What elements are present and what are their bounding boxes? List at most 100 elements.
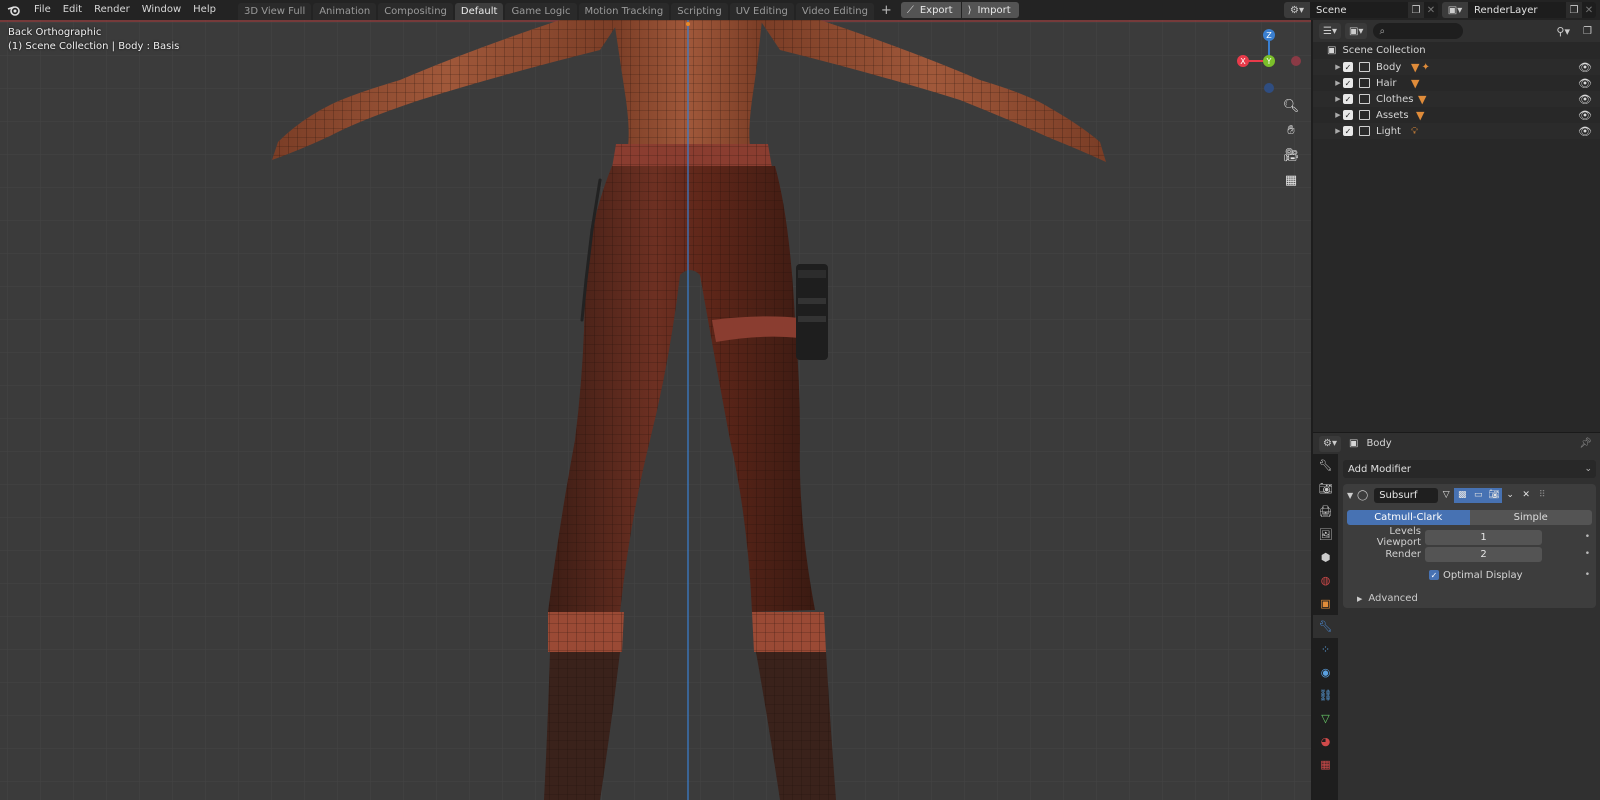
add-workspace-button[interactable]: + — [876, 3, 897, 18]
new-scene-icon[interactable]: ❐ — [1408, 2, 1424, 18]
edit-mode-icon[interactable]: ▽ — [1438, 488, 1454, 503]
drag-handle-icon[interactable]: ⠿ — [1534, 488, 1550, 503]
collection-checkbox[interactable]: ✓ — [1343, 126, 1353, 136]
ortho-grid-icon[interactable]: ▦ — [1280, 169, 1302, 191]
menu-window[interactable]: Window — [136, 0, 187, 20]
export-button[interactable]: ⟋ Export — [900, 2, 961, 18]
collection-checkbox[interactable]: ✓ — [1343, 94, 1353, 104]
tab-3d-view-full[interactable]: 3D View Full — [237, 2, 312, 20]
render-levels-field[interactable]: 2 — [1425, 546, 1542, 562]
visibility-eye-icon[interactable]: 👁︎ — [1578, 93, 1592, 106]
levels-viewport-field[interactable]: 1 — [1425, 529, 1542, 545]
scene-selector[interactable]: ⚙▾ Scene ❐ ✕ — [1284, 2, 1438, 18]
menu-file[interactable]: File — [28, 0, 57, 20]
expand-caret-icon[interactable]: ▶ — [1333, 111, 1343, 119]
pin-icon[interactable]: 📌︎ — [1579, 438, 1592, 449]
tab-uv-editing[interactable]: UV Editing — [729, 2, 794, 20]
world-tab-icon[interactable]: ◍ — [1313, 569, 1338, 592]
expand-caret-icon[interactable]: ▶ — [1333, 79, 1343, 87]
menu-edit[interactable]: Edit — [57, 0, 88, 20]
outliner-row-body[interactable]: ▶ ✓ Body ▼ ✦ 👁︎ — [1313, 59, 1600, 75]
outliner-row-assets[interactable]: ▶ ✓ Assets ▼ 👁︎ — [1313, 107, 1600, 123]
modifier-header: ▼ ◯ Subsurf ▽ ▩ ▭ 📷︎ ⌄ ✕ ⠿ — [1343, 484, 1596, 506]
tab-animation[interactable]: Animation — [313, 2, 377, 20]
delete-scene-icon[interactable]: ✕ — [1424, 2, 1438, 18]
expand-caret-icon[interactable]: ▶ — [1333, 63, 1343, 71]
collection-checkbox[interactable]: ✓ — [1343, 62, 1353, 72]
menu-render[interactable]: Render — [88, 0, 136, 20]
outliner-row-light[interactable]: ▶ ✓ Light 💡︎ 👁︎ — [1313, 123, 1600, 139]
outliner-row-clothes[interactable]: ▶ ✓ Clothes ▼ 👁︎ — [1313, 91, 1600, 107]
collection-checkbox[interactable]: ✓ — [1343, 110, 1353, 120]
camera-view-icon[interactable]: 🎥︎ — [1280, 144, 1302, 166]
pan-hand-icon[interactable]: ✋︎ — [1280, 119, 1302, 141]
mesh-object-icon: ▼ — [1418, 92, 1427, 106]
workspace-tabs: 3D View Full Animation Compositing Defau… — [237, 0, 897, 20]
visibility-eye-icon[interactable]: 👁︎ — [1578, 61, 1592, 74]
render-tab-icon[interactable]: 📷︎ — [1313, 477, 1338, 500]
simple-button[interactable]: Simple — [1469, 510, 1592, 525]
blender-logo-icon[interactable] — [0, 0, 28, 20]
modifier-name-field[interactable]: Subsurf — [1374, 487, 1439, 503]
visibility-eye-icon[interactable]: 👁︎ — [1578, 109, 1592, 122]
tab-game-logic[interactable]: Game Logic — [505, 2, 577, 20]
tab-scripting[interactable]: Scripting — [671, 2, 728, 20]
collection-icon — [1359, 78, 1370, 88]
new-collection-icon[interactable]: ❐ — [1583, 26, 1592, 37]
particles-tab-icon[interactable]: ⁘ — [1313, 638, 1338, 661]
advanced-subpanel[interactable]: ▶ Advanced — [1343, 593, 1596, 604]
top-bar: File Edit Render Window Help 3D View Ful… — [0, 0, 1600, 20]
3d-viewport[interactable]: Back Orthographic (1) Scene Collection |… — [0, 20, 1311, 800]
visibility-eye-icon[interactable]: 👁︎ — [1578, 77, 1592, 90]
view-layer-tab-icon[interactable]: 🖼︎ — [1313, 523, 1338, 546]
realtime-display-icon[interactable]: ▭ — [1470, 487, 1487, 503]
new-layer-icon[interactable]: ❐ — [1566, 2, 1582, 18]
display-mode-icon[interactable]: ▣▾ — [1344, 23, 1368, 39]
optimal-display-checkbox[interactable]: ✓ Optimal Display — [1429, 570, 1523, 581]
view-name-label: Back Orthographic — [8, 27, 102, 38]
editor-type-icon[interactable]: ⚙▾ — [1319, 435, 1341, 452]
tab-compositing[interactable]: Compositing — [378, 2, 453, 20]
outliner-search-input[interactable]: ⌕ — [1373, 23, 1464, 39]
material-tab-icon[interactable]: ◕ — [1313, 730, 1338, 753]
on-cage-icon[interactable]: ▩ — [1454, 487, 1471, 503]
delete-layer-icon[interactable]: ✕ — [1582, 2, 1596, 18]
scene-collection-row[interactable]: ▣ Scene Collection — [1313, 42, 1600, 59]
texture-tab-icon[interactable]: ▦ — [1313, 753, 1338, 776]
keyframe-dot-icon[interactable]: • — [1585, 532, 1590, 542]
physics-tab-icon[interactable]: ◉ — [1313, 661, 1338, 684]
data-tab-icon[interactable]: ▽ — [1313, 707, 1338, 730]
render-toggle-icon[interactable]: 📷︎ — [1486, 487, 1503, 503]
output-tab-icon[interactable]: 🖨︎ — [1313, 500, 1338, 523]
outliner-row-hair[interactable]: ▶ ✓ Hair ▼ 👁︎ — [1313, 75, 1600, 91]
keyframe-dot-icon[interactable]: • — [1585, 570, 1590, 580]
catmull-clark-button[interactable]: Catmull-Clark — [1347, 510, 1470, 525]
add-modifier-dropdown[interactable]: Add Modifier ⌄ — [1343, 460, 1596, 478]
modifier-menu-chevron-icon[interactable]: ⌄ — [1502, 488, 1518, 503]
scene-icon: ⚙▾ — [1284, 2, 1310, 18]
zoom-icon[interactable]: 🔍︎ — [1280, 95, 1302, 117]
constraints-tab-icon[interactable]: ⛓︎ — [1313, 684, 1338, 707]
import-button[interactable]: ⟩ Import — [961, 2, 1019, 18]
object-tab-icon[interactable]: ▣ — [1313, 592, 1338, 615]
modifier-tab-icon[interactable]: 🔧︎ — [1313, 615, 1338, 638]
keyframe-dot-icon[interactable]: • — [1585, 549, 1590, 559]
remove-modifier-icon[interactable]: ✕ — [1518, 488, 1534, 503]
editor-type-icon[interactable]: ☰▾ — [1319, 23, 1341, 39]
tab-default[interactable]: Default — [454, 2, 504, 20]
filter-icon[interactable]: ⚲▾ — [1556, 25, 1570, 38]
expand-caret-icon[interactable]: ▶ — [1333, 127, 1343, 135]
menu-help[interactable]: Help — [187, 0, 222, 20]
tab-video-editing[interactable]: Video Editing — [795, 2, 874, 20]
expand-caret-icon[interactable]: ▶ — [1333, 95, 1343, 103]
collapse-caret-icon[interactable]: ▼ — [1347, 491, 1357, 500]
scene-name[interactable]: Scene — [1310, 5, 1408, 16]
tool-tab-icon[interactable]: 🔧︎ — [1313, 454, 1338, 477]
scene-tab-icon[interactable]: ⬢ — [1313, 546, 1338, 569]
tab-motion-tracking[interactable]: Motion Tracking — [578, 2, 670, 20]
collection-checkbox[interactable]: ✓ — [1343, 78, 1353, 88]
layer-selector[interactable]: ▣▾ RenderLayer ❐ ✕ — [1442, 2, 1596, 18]
navigation-gizmo[interactable]: Z X Y — [1230, 26, 1306, 98]
layer-name[interactable]: RenderLayer — [1468, 5, 1566, 16]
visibility-eye-icon[interactable]: 👁︎ — [1578, 125, 1592, 138]
